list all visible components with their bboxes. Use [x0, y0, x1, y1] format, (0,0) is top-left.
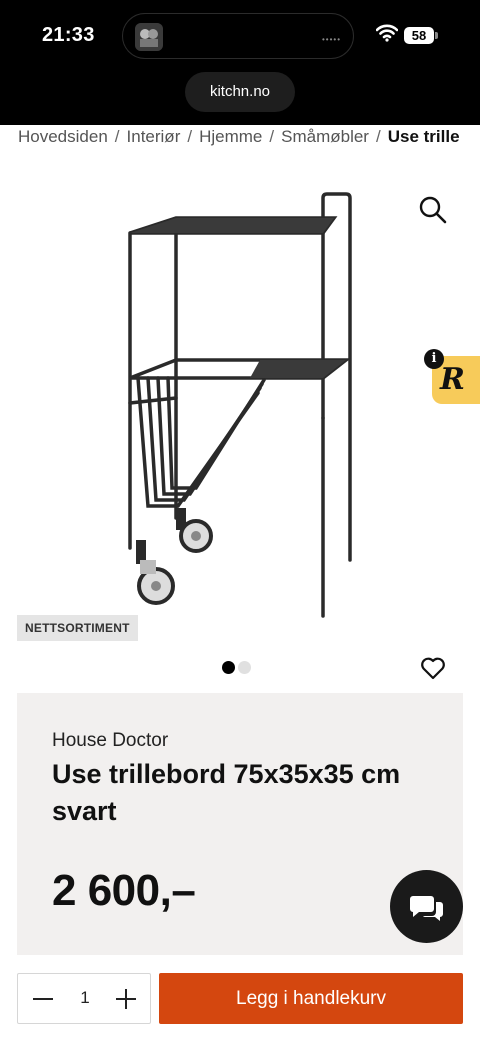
- battery-icon: 58: [404, 27, 434, 44]
- heart-icon[interactable]: [420, 655, 446, 681]
- battery-tip: [435, 32, 438, 39]
- quantity-stepper: 1: [17, 973, 151, 1024]
- chat-icon: [410, 896, 443, 921]
- breadcrumb-item-small-furniture[interactable]: Småmøbler: [281, 127, 369, 147]
- breadcrumb: Hovedsiden / Interiør / Hjemme / Småmøbler / Use…: [18, 127, 460, 147]
- gallery-dot-active[interactable]: [222, 661, 235, 674]
- audio-dots-icon: •••••: [321, 35, 341, 44]
- add-to-cart-button[interactable]: Legg i handlekurv: [159, 973, 463, 1024]
- review-logo-icon: R: [440, 362, 465, 397]
- breadcrumb-item-home[interactable]: Hovedsiden: [18, 127, 108, 147]
- info-icon[interactable]: i: [424, 349, 444, 369]
- breadcrumb-separator: /: [269, 127, 275, 146]
- minus-icon[interactable]: [30, 986, 56, 1012]
- gallery-dot[interactable]: [238, 661, 251, 674]
- purchase-bar: 1 Legg i handlekurv: [0, 955, 480, 1041]
- product-image[interactable]: [110, 188, 370, 618]
- breadcrumb-item-home-category[interactable]: Hjemme: [199, 127, 262, 147]
- clock: 21:33: [42, 24, 95, 46]
- dynamic-island[interactable]: •••••: [122, 13, 354, 59]
- url-bar[interactable]: kitchn.no: [185, 72, 295, 112]
- wifi-icon: [376, 24, 398, 42]
- status-bar: 21:33 ••••• 58 kitchn.no: [0, 0, 480, 125]
- breadcrumb-current: Use trille: [387, 127, 460, 146]
- breadcrumb-separator: /: [187, 127, 193, 146]
- chat-button[interactable]: [390, 870, 463, 943]
- gallery-pagination: [222, 661, 254, 679]
- zoom-icon[interactable]: [418, 195, 448, 225]
- plus-icon[interactable]: [113, 986, 139, 1012]
- breadcrumb-separator: /: [114, 127, 120, 146]
- island-thumbnail-icon: [135, 23, 163, 51]
- product-tag: NETTSORTIMENT: [17, 615, 138, 641]
- product-title: Use trillebord 75x35x35 cm svart: [52, 759, 401, 826]
- breadcrumb-item-interior[interactable]: Interiør: [127, 127, 181, 147]
- product-brand[interactable]: House Doctor: [52, 730, 168, 752]
- breadcrumb-separator: /: [375, 127, 381, 146]
- quantity-value[interactable]: 1: [73, 988, 97, 1008]
- product-price: 2 600,–: [52, 866, 196, 915]
